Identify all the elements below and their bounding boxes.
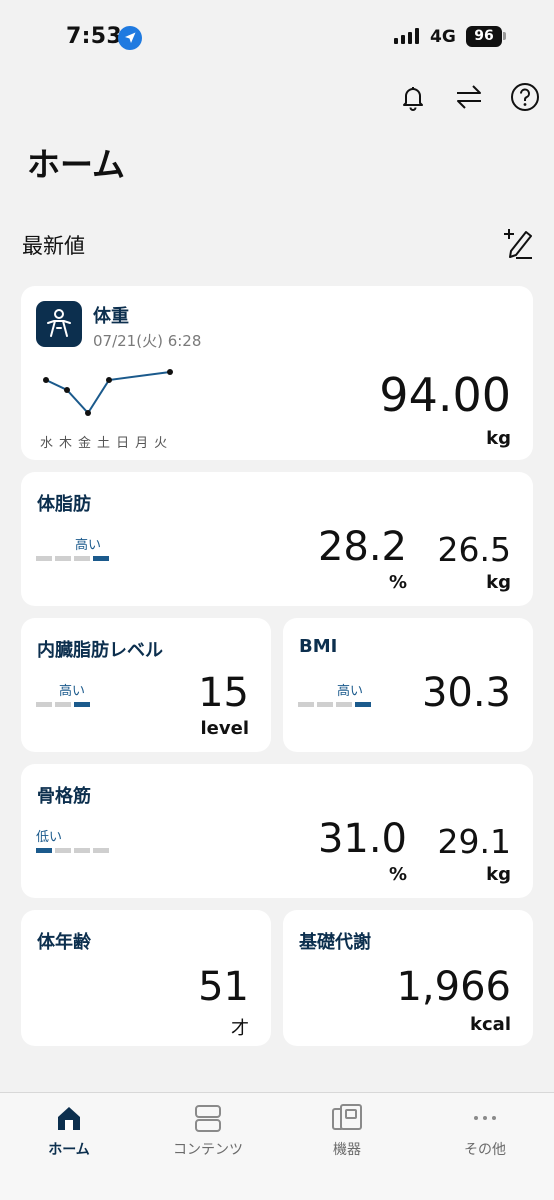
bmi-card[interactable]: BMI 高い 30.3 (283, 618, 533, 752)
day-label: 木 (59, 436, 73, 451)
skeletal-muscle-level-label: 低い (36, 830, 63, 845)
nav-label: 機器 (333, 1142, 361, 1158)
day-label: 水 (40, 436, 54, 451)
section-title: 最新値 (22, 234, 85, 258)
nav-item-home[interactable]: ホーム (4, 1103, 134, 1159)
body-fat-mass-unit: kg (486, 572, 511, 593)
battery-cap (503, 32, 506, 40)
level-segment (298, 702, 314, 707)
skeletal-muscle-card[interactable]: 骨格筋 低い 31.0 % 29.1 kg (21, 764, 533, 898)
body-age-card[interactable]: 体年齢 51 才 (21, 910, 271, 1046)
day-label: 月 (135, 436, 149, 451)
nav-item-devices[interactable]: 機器 (282, 1103, 412, 1159)
level-segment (36, 556, 52, 561)
network-type: 4G (430, 27, 456, 47)
visceral-fat-title: 内臓脂肪レベル (37, 640, 163, 661)
visceral-fat-value: 15 (198, 670, 249, 716)
weight-date: 07/21(火) 6:28 (93, 332, 202, 350)
bmr-card[interactable]: 基礎代謝 1,966 kcal (283, 910, 533, 1046)
home-icon (58, 1107, 80, 1130)
skeletal-muscle-percent-unit: % (388, 864, 407, 885)
trend-point (85, 410, 91, 416)
bmr-title: 基礎代謝 (299, 932, 371, 953)
day-label: 土 (97, 436, 111, 451)
level-segment (55, 702, 71, 707)
skeletal-muscle-mass: 29.1 (437, 822, 511, 861)
weight-value: 94.00 (379, 368, 511, 422)
weight-title: 体重 (93, 306, 129, 327)
nav-label: その他 (464, 1142, 506, 1158)
page-title: ホーム (27, 145, 126, 184)
add-entry-icon[interactable] (502, 226, 534, 260)
day-label: 金 (78, 436, 92, 451)
battery-indicator: 96 (466, 26, 502, 47)
level-segment (74, 556, 90, 561)
visceral-fat-unit: level (200, 718, 250, 739)
weight-card[interactable]: 体重 07/21(火) 6:28 水 木 金 土 日 月 火 94.00 kg (21, 286, 533, 460)
body-fat-card[interactable]: 体脂肪 高い 28.2 % 26.5 kg (21, 472, 533, 606)
body-person-icon (36, 301, 82, 347)
body-fat-level-label: 高い (75, 538, 102, 553)
day-label: 火 (154, 436, 168, 451)
level-segment (93, 848, 109, 853)
body-age-value: 51 (198, 964, 249, 1010)
level-segment (74, 848, 90, 853)
bmi-title: BMI (299, 636, 338, 657)
nav-item-contents[interactable]: コンテンツ (143, 1103, 273, 1159)
skeletal-muscle-mass-unit: kg (486, 864, 511, 885)
skeletal-muscle-percent: 31.0 (317, 816, 407, 862)
trend-point (106, 377, 112, 383)
status-bar: 7:53 4G 96 (0, 0, 554, 70)
trend-point (64, 387, 70, 393)
status-time: 7:53 (66, 24, 122, 49)
day-label: 日 (116, 436, 130, 451)
nav-item-more[interactable]: その他 (420, 1103, 550, 1159)
location-arrow-icon (118, 26, 142, 50)
signal-strength-icon (394, 28, 419, 44)
nav-label: コンテンツ (173, 1142, 243, 1158)
body-fat-title: 体脂肪 (37, 494, 91, 515)
level-segment (74, 702, 90, 707)
sync-transfer-icon[interactable] (454, 82, 484, 112)
body-fat-percent-unit: % (388, 572, 407, 593)
level-segment (55, 556, 71, 561)
visceral-fat-card[interactable]: 内臓脂肪レベル 高い 15 level (21, 618, 271, 752)
bell-icon[interactable] (398, 82, 428, 112)
level-segment (336, 702, 352, 707)
bmi-level-meter (298, 702, 371, 707)
level-segment (36, 848, 52, 853)
level-segment (355, 702, 371, 707)
body-age-unit: 才 (231, 1018, 249, 1039)
level-segment (317, 702, 333, 707)
skeletal-muscle-level-meter (36, 848, 109, 853)
more-icon (474, 1116, 496, 1120)
trend-point (167, 369, 173, 375)
nav-label: ホーム (48, 1142, 90, 1158)
body-age-title: 体年齢 (37, 932, 91, 953)
weight-unit: kg (486, 428, 511, 449)
bmi-value: 30.3 (421, 670, 511, 716)
contents-icon (195, 1105, 221, 1132)
bottom-nav: ホーム コンテンツ 機器 その他 (0, 1092, 554, 1200)
level-segment (36, 702, 52, 707)
body-fat-mass: 26.5 (437, 530, 511, 569)
visceral-fat-level-meter (36, 702, 90, 707)
bmr-unit: kcal (470, 1014, 511, 1035)
visceral-fat-level-label: 高い (59, 684, 86, 699)
body-fat-level-meter (36, 556, 109, 561)
weight-trend-sparkline (43, 369, 173, 416)
body-fat-percent: 28.2 (317, 524, 407, 570)
help-icon[interactable] (510, 82, 540, 112)
trend-point (43, 377, 49, 383)
trend-day-labels: 水 木 金 土 日 月 火 (40, 432, 167, 451)
bmi-level-label: 高い (337, 684, 364, 699)
bmr-value: 1,966 (396, 964, 511, 1010)
level-segment (93, 556, 109, 561)
skeletal-muscle-title: 骨格筋 (37, 786, 91, 807)
level-segment (55, 848, 71, 853)
devices-icon (332, 1104, 362, 1130)
